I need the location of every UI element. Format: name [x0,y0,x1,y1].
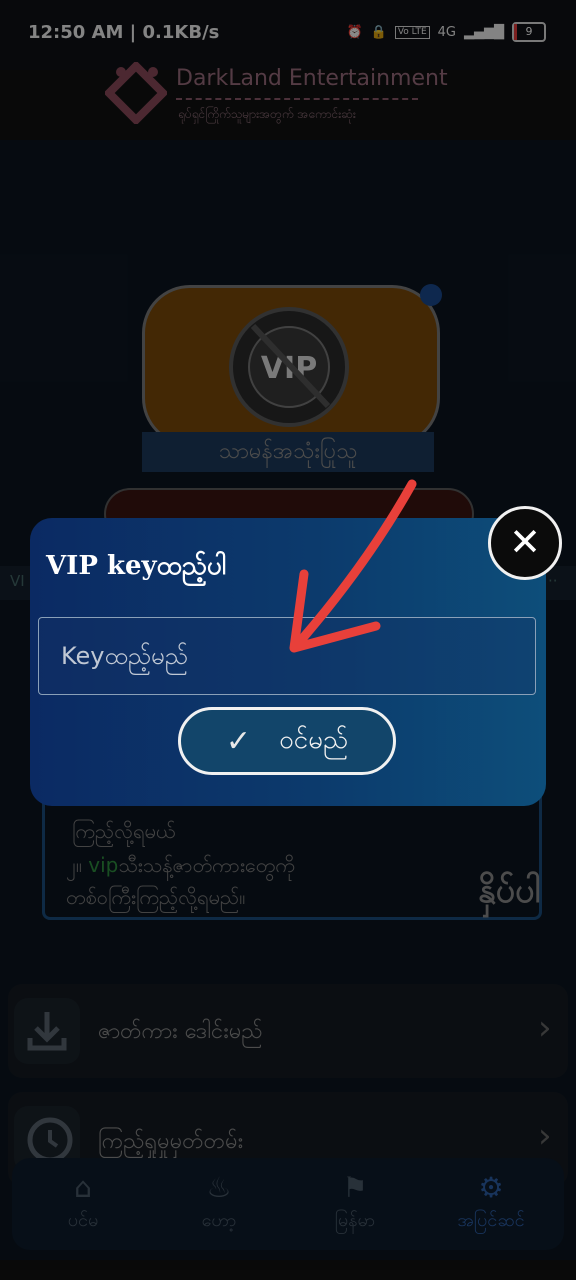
enter-button[interactable]: ✓ ဝင်မည် [178,707,396,775]
enter-button-label: ဝင်မည် [279,724,349,755]
close-button[interactable]: ✕ [488,506,562,580]
dialog-title: VIP keyထည့်ပါ [46,551,227,581]
check-icon: ✓ [225,723,252,759]
annotation-arrow-icon [289,479,417,653]
